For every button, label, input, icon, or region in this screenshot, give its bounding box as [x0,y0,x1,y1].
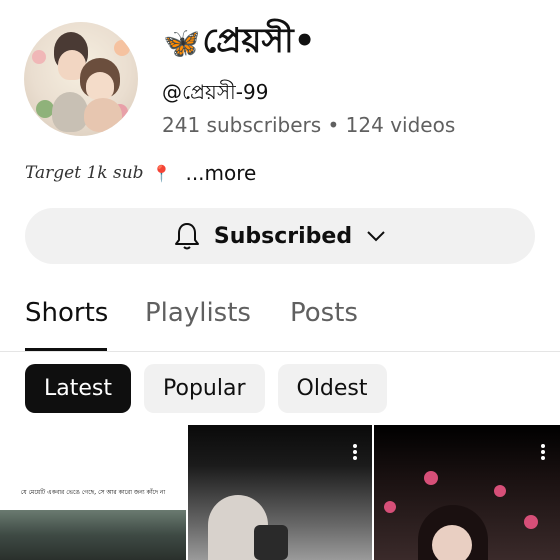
channel-stats: 241 subscribers • 124 videos [162,113,456,137]
pin-icon: 📍 [151,163,172,183]
short-thumbnail[interactable]: যে মেয়েটি একবার ভেঙে গেছে, সে আর কারো জ… [0,425,186,560]
chevron-down-icon [367,231,385,242]
shorts-grid: যে মেয়েটি একবার ভেঙে গেছে, সে আর কারো জ… [0,425,560,560]
description-text: Target 1k sub [25,163,144,183]
short-image [0,510,186,560]
subscribed-button[interactable]: Subscribed [25,208,535,264]
face-shape [432,525,472,560]
tab-shorts[interactable]: Shorts [25,298,108,328]
channel-tabs: Shorts Playlists Posts [0,292,560,352]
subscribed-label: Subscribed [213,223,353,249]
tab-posts[interactable]: Posts [290,298,358,328]
channel-name-text: প্রেয়সী• [202,20,316,61]
phone-shape [254,525,288,560]
channel-header: 🦋 প্রেয়সী• @প্রেয়সী-99 241 subscribers… [0,0,560,200]
sort-chips: Latest Popular Oldest [25,364,387,413]
chip-oldest[interactable]: Oldest [277,364,387,413]
more-link[interactable]: ...more [185,161,256,185]
channel-handle: @প্রেয়সী-99 [162,80,269,104]
short-thumbnail[interactable] [188,425,372,560]
chip-popular[interactable]: Popular [144,364,265,413]
flower-decoration [384,501,396,513]
more-vert-icon[interactable] [540,443,546,461]
active-tab-indicator [25,348,107,351]
flower-decoration [494,485,506,497]
channel-avatar[interactable] [24,22,138,136]
bell-icon [174,223,199,250]
flower-decoration [524,515,538,529]
channel-description[interactable]: Target 1k sub 📍 ...more [25,161,256,185]
more-vert-icon[interactable] [352,443,358,461]
short-thumbnail[interactable] [374,425,560,560]
short-caption: যে মেয়েটি একবার ভেঙে গেছে, সে আর কারো জ… [20,489,166,496]
chip-latest[interactable]: Latest [25,364,131,413]
flower-decoration [424,471,438,485]
butterfly-icon: 🦋 [163,25,201,61]
channel-name: 🦋 প্রেয়সী• [163,18,315,68]
tab-playlists[interactable]: Playlists [145,298,251,328]
